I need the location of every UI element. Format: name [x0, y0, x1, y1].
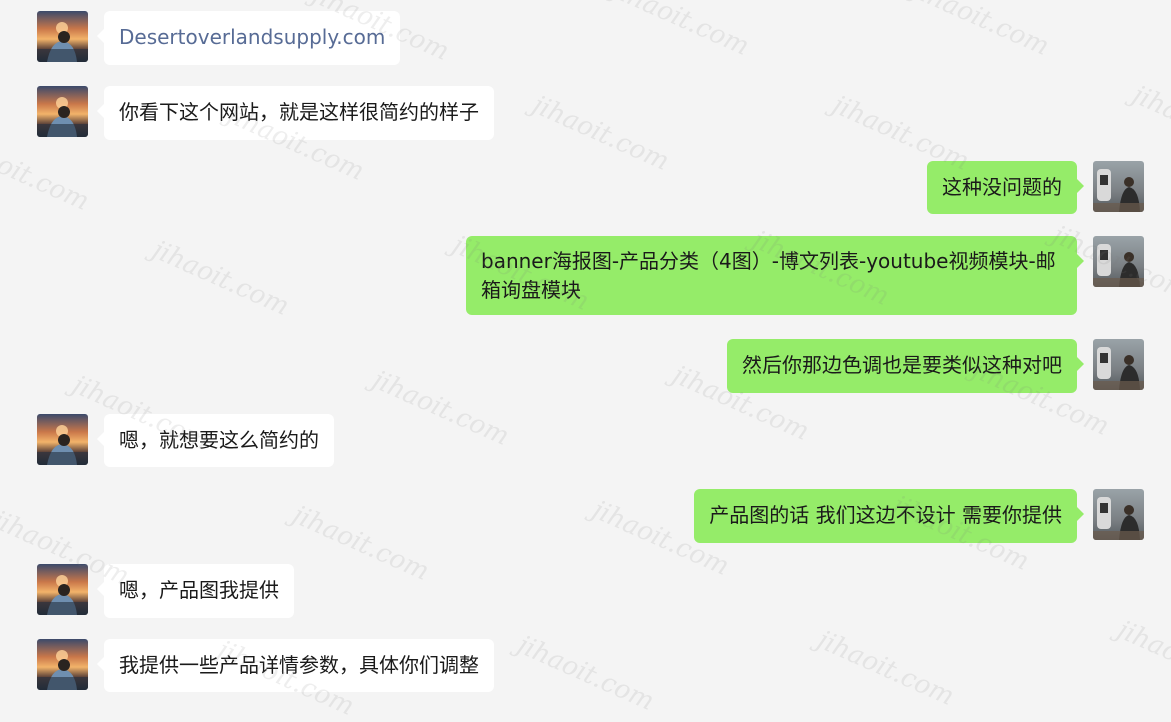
- self-avatar[interactable]: [1093, 339, 1144, 390]
- contact-avatar[interactable]: [37, 639, 88, 690]
- message-bubble-incoming[interactable]: 你看下这个网站，就是这样很简约的样子: [97, 86, 494, 140]
- message-text: 然后你那边色调也是要类似这种对吧: [742, 353, 1062, 377]
- message-bubble-outgoing[interactable]: 产品图的话 我们这边不设计 需要你提供: [694, 489, 1084, 543]
- contact-avatar[interactable]: [37, 564, 88, 615]
- self-avatar[interactable]: [1093, 236, 1144, 287]
- watermark: jihaoit.com: [147, 235, 294, 322]
- watermark: jihaoit.com: [607, 0, 754, 62]
- watermark: jihaoit.com: [1112, 615, 1171, 702]
- watermark: jihaoit.com: [0, 130, 94, 217]
- message-text: 你看下这个网站，就是这样很简约的样子: [119, 100, 479, 124]
- message-bubble-incoming[interactable]: 嗯，产品图我提供: [97, 564, 294, 618]
- message-bubble-incoming[interactable]: Desertoverlandsupply.com: [96, 11, 401, 65]
- message-text: banner海报图-产品分类（4图）-博文列表-youtube视频模块-邮箱询盘…: [481, 249, 1056, 302]
- self-avatar[interactable]: [1093, 489, 1144, 540]
- watermark: jihaoit.com: [512, 630, 659, 717]
- message-text: 产品图的话 我们这边不设计 需要你提供: [709, 503, 1062, 527]
- watermark: jihaoit.com: [812, 625, 959, 712]
- message-bubble-outgoing[interactable]: 然后你那边色调也是要类似这种对吧: [727, 339, 1084, 393]
- self-avatar[interactable]: [1093, 161, 1144, 212]
- message-link[interactable]: Desertoverlandsupply.com: [119, 25, 385, 49]
- watermark: jihaoit.com: [907, 0, 1054, 62]
- watermark: jihaoit.com: [287, 500, 434, 587]
- message-text: 嗯，产品图我提供: [119, 578, 279, 602]
- contact-avatar[interactable]: [37, 86, 88, 137]
- watermark: jihaoit.com: [1127, 80, 1171, 167]
- contact-avatar[interactable]: [37, 11, 88, 62]
- message-text: 我提供一些产品详情参数，具体你们调整: [119, 653, 479, 677]
- message-text: 嗯，就想要这么简约的: [119, 428, 319, 452]
- message-bubble-outgoing[interactable]: banner海报图-产品分类（4图）-博文列表-youtube视频模块-邮箱询盘…: [466, 236, 1084, 315]
- watermark: jihaoit.com: [527, 90, 674, 177]
- watermark: jihaoit.com: [367, 365, 514, 452]
- message-text: 这种没问题的: [942, 175, 1062, 199]
- contact-avatar[interactable]: [37, 414, 88, 465]
- message-bubble-incoming[interactable]: 嗯，就想要这么简约的: [97, 414, 334, 467]
- chat-history[interactable]: Desertoverlandsupply.com 你看下这个网站，就是这样很简约…: [0, 0, 1171, 722]
- message-bubble-outgoing[interactable]: 这种没问题的: [927, 161, 1084, 214]
- message-bubble-incoming[interactable]: 我提供一些产品详情参数，具体你们调整: [97, 639, 494, 692]
